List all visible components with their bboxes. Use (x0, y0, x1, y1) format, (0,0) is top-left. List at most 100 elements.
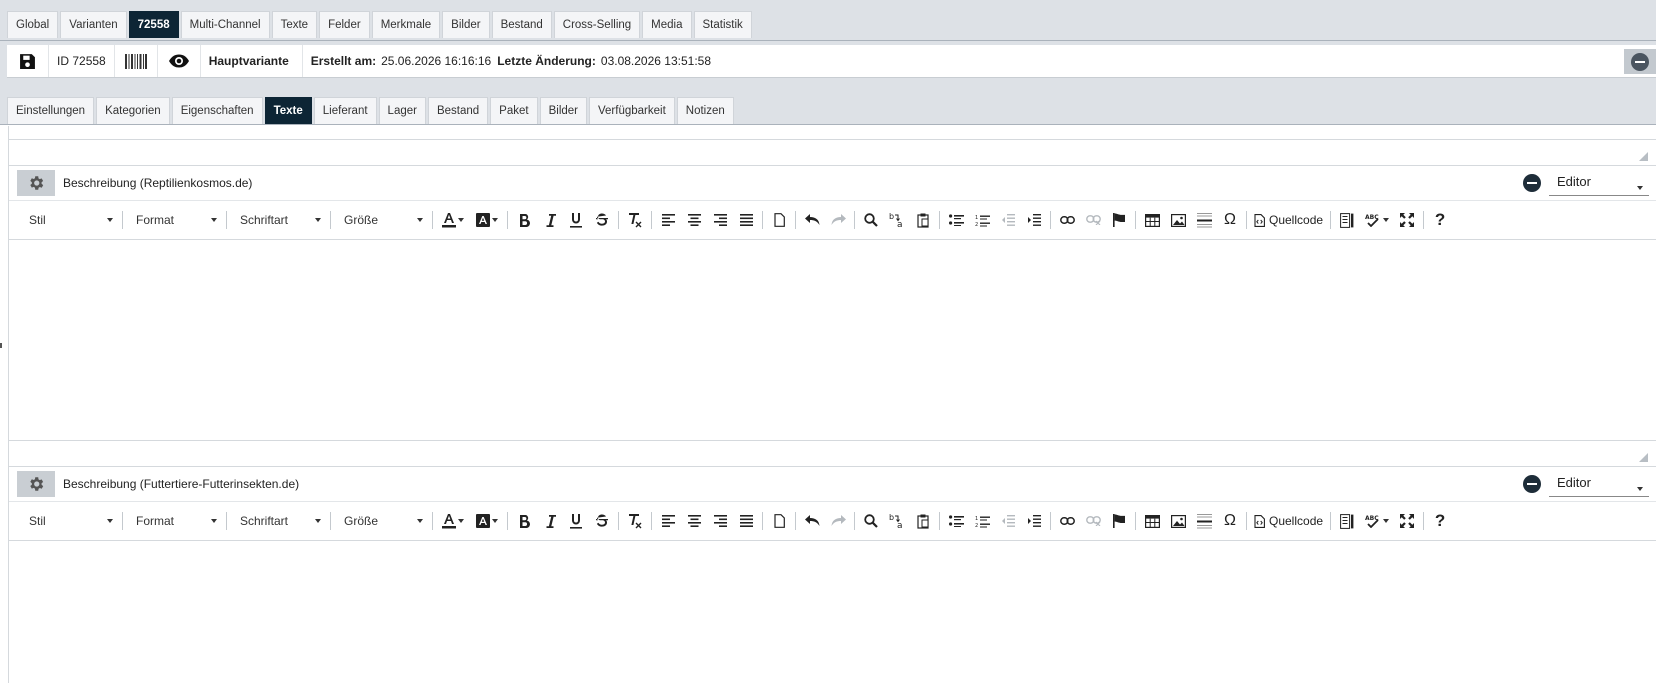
tab-verfuegbarkeit[interactable]: Verfügbarkeit (589, 97, 675, 124)
replace-button[interactable]: ba (884, 509, 910, 533)
barcode-button[interactable] (115, 45, 158, 77)
tab-einstellungen[interactable]: Einstellungen (7, 97, 95, 124)
tab-texte[interactable]: Texte (271, 11, 318, 38)
remove-format-button[interactable] (622, 208, 648, 232)
remove-format-button[interactable] (622, 509, 648, 533)
link-button[interactable] (1054, 208, 1080, 232)
bulleted-list-button[interactable] (943, 509, 969, 533)
tab-lager[interactable]: Lager (378, 97, 426, 124)
tab-varianten[interactable]: Varianten (60, 11, 127, 38)
tab-lieferant[interactable]: Lieferant (313, 97, 377, 124)
show-blocks-button[interactable] (1334, 509, 1360, 533)
settings-button[interactable] (17, 471, 55, 497)
font-dropdown[interactable]: Schriftart (230, 208, 327, 232)
resize-handle[interactable] (1639, 453, 1648, 462)
horizontal-line-button[interactable] (1191, 208, 1217, 232)
style-dropdown[interactable]: Stil (19, 509, 119, 533)
unlink-button[interactable] (1080, 509, 1106, 533)
tab-merkmale[interactable]: Merkmale (371, 11, 441, 38)
tab-bestand[interactable]: Bestand (491, 11, 552, 38)
editor-content-area[interactable] (9, 241, 1656, 440)
help-button[interactable]: ? (1427, 208, 1453, 232)
text-color-button[interactable] (436, 509, 470, 533)
outdent-button[interactable] (995, 208, 1021, 232)
align-right-button[interactable] (707, 208, 733, 232)
resize-handle[interactable] (1639, 152, 1648, 161)
underline-button[interactable] (563, 509, 589, 533)
font-dropdown[interactable]: Schriftart (230, 509, 327, 533)
image-button[interactable] (1165, 208, 1191, 232)
align-left-button[interactable] (655, 509, 681, 533)
unlink-button[interactable] (1080, 208, 1106, 232)
size-dropdown[interactable]: Größe (334, 208, 429, 232)
italic-button[interactable] (537, 208, 563, 232)
editor-content-area[interactable] (9, 542, 1656, 683)
text-color-button[interactable] (436, 208, 470, 232)
undo-button[interactable] (799, 208, 825, 232)
outdent-button[interactable] (995, 509, 1021, 533)
align-left-button[interactable] (655, 208, 681, 232)
indent-button[interactable] (1021, 208, 1047, 232)
align-center-button[interactable] (681, 208, 707, 232)
remove-icon[interactable] (1523, 475, 1541, 493)
indent-button[interactable] (1021, 509, 1047, 533)
tab-felder[interactable]: Felder (319, 11, 370, 38)
tab-bilder[interactable]: Bilder (442, 11, 490, 38)
collapse-button[interactable] (1624, 49, 1656, 74)
settings-button[interactable] (17, 170, 55, 196)
anchor-button[interactable] (1106, 208, 1132, 232)
find-button[interactable] (858, 509, 884, 533)
tab-statistik[interactable]: Statistik (693, 11, 752, 38)
size-dropdown[interactable]: Größe (334, 509, 429, 533)
horizontal-line-button[interactable] (1191, 509, 1217, 533)
new-page-button[interactable] (766, 509, 792, 533)
tab-notizen[interactable]: Notizen (676, 97, 734, 124)
table-button[interactable] (1139, 509, 1165, 533)
table-button[interactable] (1139, 208, 1165, 232)
align-right-button[interactable] (707, 509, 733, 533)
anchor-button[interactable] (1106, 509, 1132, 533)
redo-button[interactable] (825, 208, 851, 232)
tab-texte-sub[interactable]: Texte (264, 97, 312, 124)
numbered-list-button[interactable]: 12 (969, 509, 995, 533)
image-button[interactable] (1165, 509, 1191, 533)
spellcheck-button[interactable]: ABC (1360, 208, 1394, 232)
link-button[interactable] (1054, 509, 1080, 533)
tab-multi-channel[interactable]: Multi-Channel (180, 11, 270, 38)
help-button[interactable]: ? (1427, 509, 1453, 533)
replace-button[interactable]: ba (884, 208, 910, 232)
redo-button[interactable] (825, 509, 851, 533)
paste-button[interactable] (910, 509, 936, 533)
undo-button[interactable] (799, 509, 825, 533)
background-color-button[interactable] (470, 509, 504, 533)
tab-eigenschaften[interactable]: Eigenschaften (171, 97, 263, 124)
source-button[interactable]: Quellcode (1250, 208, 1327, 232)
numbered-list-button[interactable]: 12 (969, 208, 995, 232)
strikethrough-button[interactable] (589, 509, 615, 533)
tab-bestand-sub[interactable]: Bestand (427, 97, 489, 124)
format-dropdown[interactable]: Format (126, 509, 223, 533)
spellcheck-button[interactable]: ABC (1360, 509, 1394, 533)
bold-button[interactable] (511, 208, 537, 232)
new-page-button[interactable] (766, 208, 792, 232)
underline-button[interactable] (563, 208, 589, 232)
tab-paket[interactable]: Paket (490, 97, 538, 124)
tab-variant-72558[interactable]: 72558 (128, 11, 179, 38)
maximize-button[interactable] (1394, 509, 1420, 533)
find-button[interactable] (858, 208, 884, 232)
align-center-button[interactable] (681, 509, 707, 533)
tab-global[interactable]: Global (7, 11, 59, 38)
tab-media[interactable]: Media (642, 11, 692, 38)
style-dropdown[interactable]: Stil (19, 208, 119, 232)
source-button[interactable]: Quellcode (1250, 509, 1327, 533)
editor-mode-select[interactable]: Editor (1549, 170, 1649, 196)
special-character-button[interactable]: Ω (1217, 208, 1243, 232)
bulleted-list-button[interactable] (943, 208, 969, 232)
justify-button[interactable] (733, 509, 759, 533)
paste-button[interactable] (910, 208, 936, 232)
italic-button[interactable] (537, 509, 563, 533)
bold-button[interactable] (511, 509, 537, 533)
maximize-button[interactable] (1394, 208, 1420, 232)
background-color-button[interactable] (470, 208, 504, 232)
remove-icon[interactable] (1523, 174, 1541, 192)
